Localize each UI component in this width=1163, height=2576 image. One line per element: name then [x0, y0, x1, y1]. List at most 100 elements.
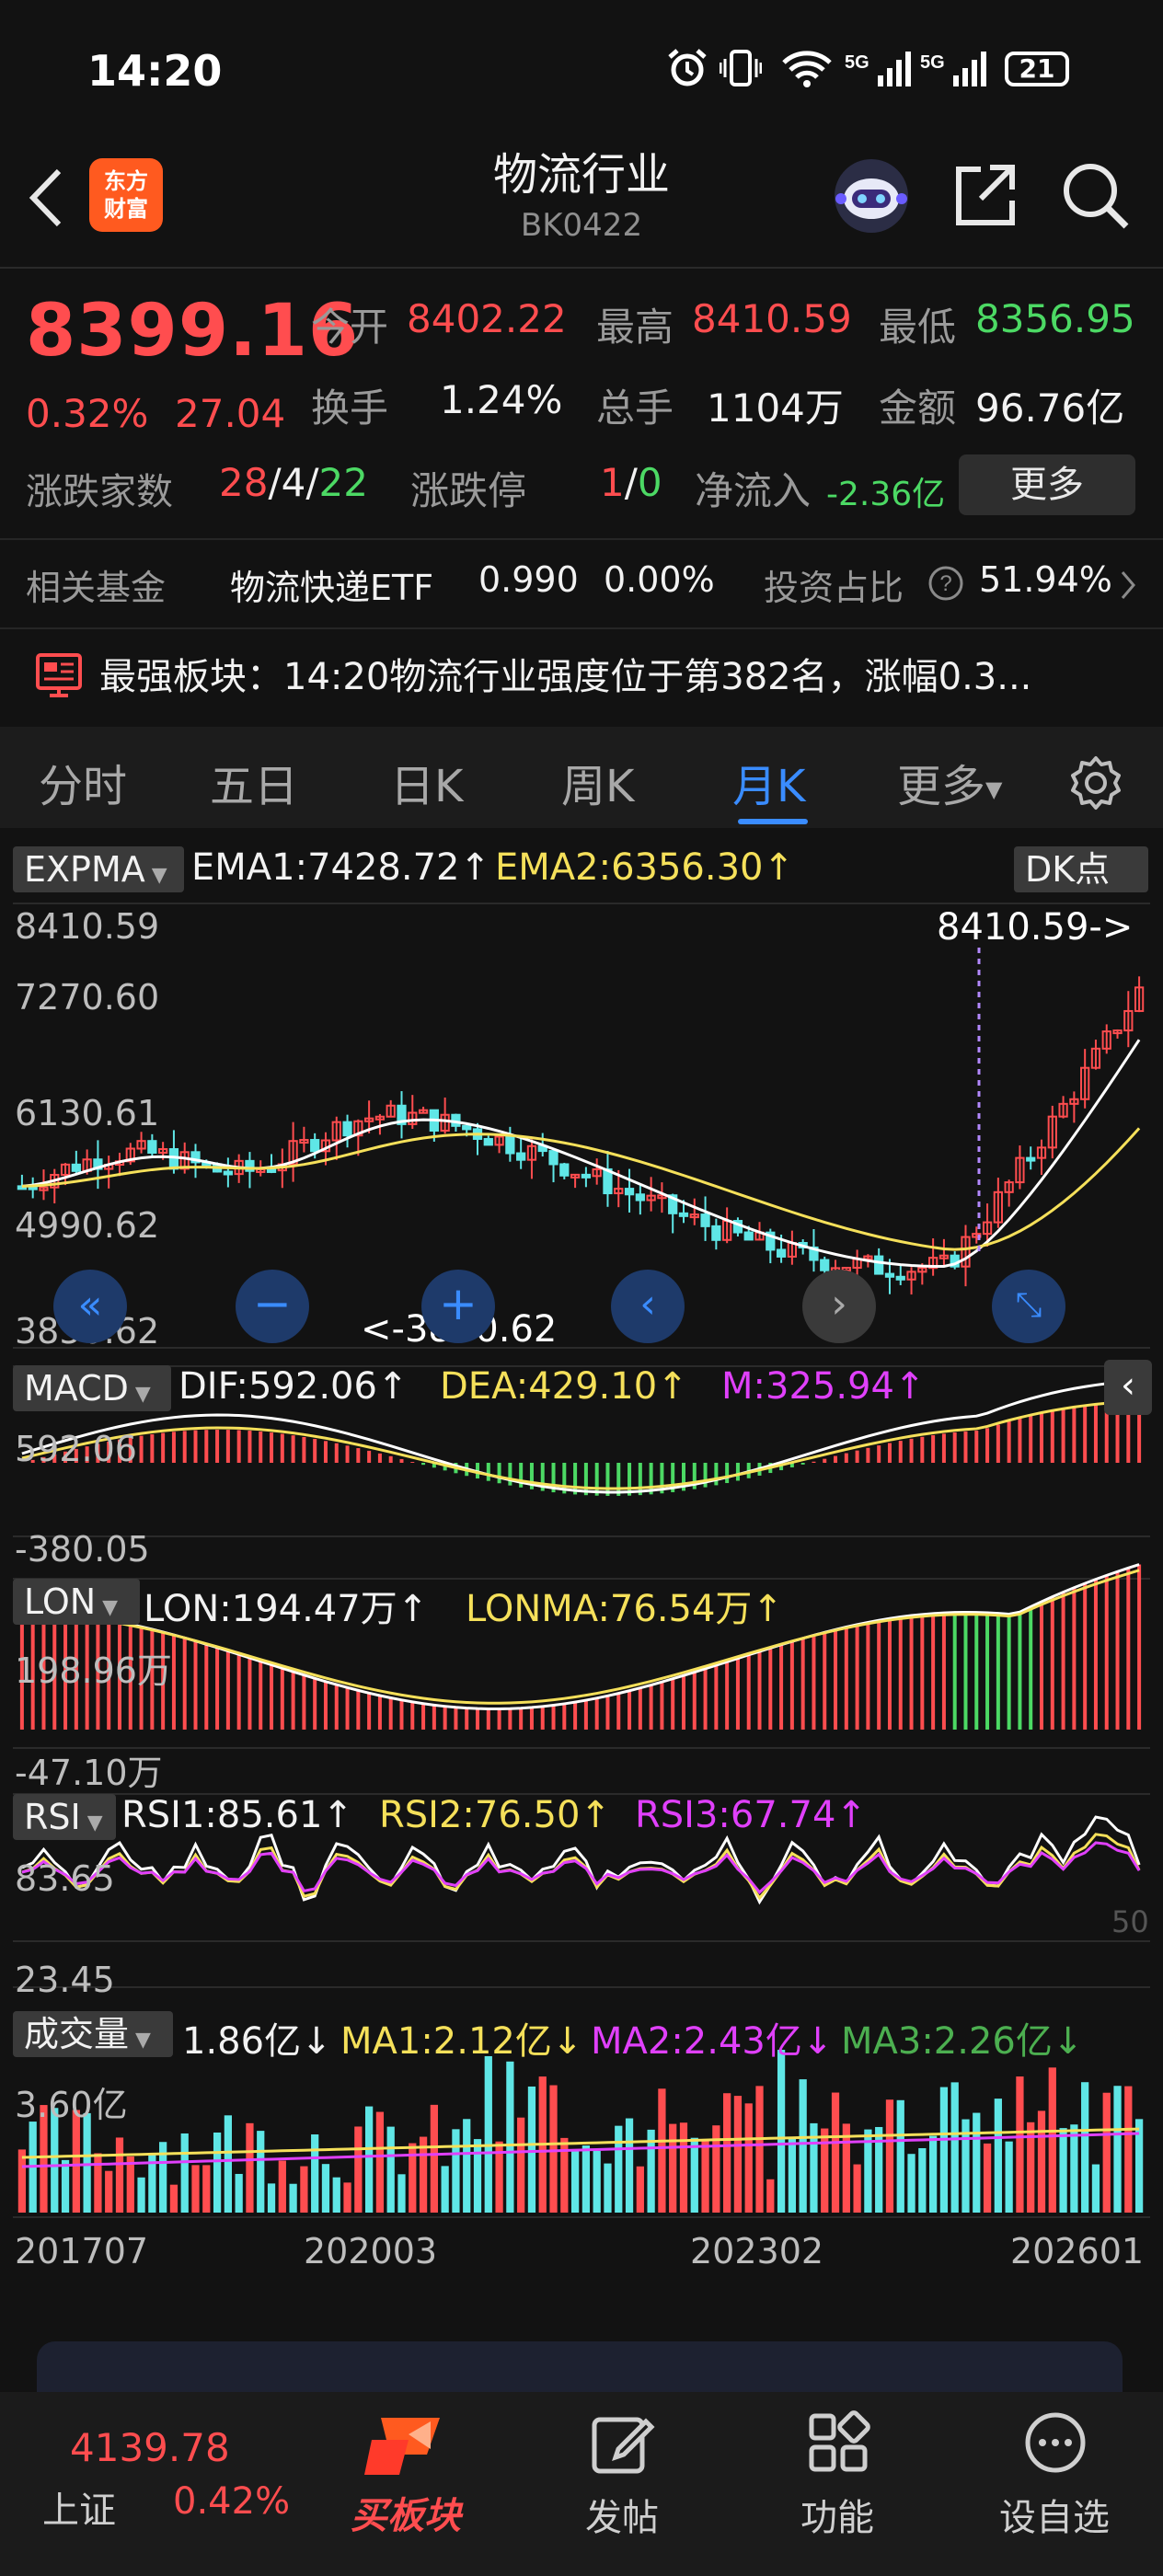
- lon-indicator-button[interactable]: LON ▼: [13, 1579, 140, 1625]
- volume-bar: [636, 2166, 644, 2213]
- macd-bar: [931, 1434, 936, 1463]
- volume-bar: [506, 2061, 514, 2213]
- tab-five-day[interactable]: 五日: [210, 750, 298, 814]
- candle-body: [874, 1255, 884, 1275]
- tab-weekly-k[interactable]: 周K: [561, 750, 634, 814]
- scroll-right-button[interactable]: ›: [802, 1270, 876, 1343]
- volume-bar: [343, 2182, 351, 2213]
- ema2-value: EMA2:6356.30↑: [495, 846, 794, 889]
- lon-bar: [941, 1613, 946, 1730]
- nav-functions[interactable]: 功能: [764, 2401, 911, 2567]
- svg-text:?: ?: [939, 571, 951, 596]
- macd-bar: [399, 1458, 404, 1463]
- lon-bar: [963, 1612, 968, 1730]
- tab-intraday[interactable]: 分时: [39, 750, 127, 814]
- collapse-panel-button[interactable]: ‹: [1104, 1360, 1152, 1415]
- limit-label: 涨跌停: [410, 468, 527, 513]
- macd-bar: [823, 1458, 827, 1463]
- macd-bar: [1018, 1418, 1022, 1463]
- vibrate-icon: [720, 50, 762, 86]
- volume-bar: [441, 2166, 449, 2213]
- scroll-left-button[interactable]: ‹: [611, 1270, 685, 1343]
- nav-buy-sector[interactable]: 买板块: [328, 2401, 484, 2567]
- lon-bar: [757, 1651, 762, 1730]
- volume-bar: [799, 2079, 807, 2213]
- lon-bar: [834, 1629, 838, 1730]
- help-icon[interactable]: ?: [927, 565, 964, 602]
- fund-name[interactable]: 物流快递ETF: [230, 559, 433, 610]
- lon-bar: [465, 1708, 469, 1730]
- volume-indicator-button[interactable]: 成交量 ▼: [13, 2011, 173, 2057]
- zoom-out-button[interactable]: −: [236, 1270, 309, 1343]
- lon-bar: [388, 1697, 393, 1730]
- macd-bar: [291, 1435, 295, 1463]
- scroll-start-button[interactable]: «: [53, 1270, 127, 1343]
- vol-ma3-value: MA3:2.26亿↓: [841, 2020, 1084, 2063]
- lon-bar: [573, 1702, 578, 1730]
- kline-chart-canvas[interactable]: [0, 828, 1163, 2309]
- ema2-line: [21, 1127, 1141, 1251]
- macd-indicator-button[interactable]: MACD ▼: [13, 1365, 171, 1411]
- expma-indicator-button[interactable]: EXPMA ▼: [13, 846, 184, 892]
- turnover-value: 1.24%: [440, 377, 563, 422]
- dk-point-button[interactable]: DK点: [1014, 846, 1148, 892]
- index-pct[interactable]: 0.42%: [173, 2480, 290, 2523]
- tab-monthly-k[interactable]: 月K: [732, 750, 805, 814]
- macd-bar: [497, 1463, 501, 1484]
- main-y-tick: 6130.61: [15, 1093, 160, 1133]
- volume-bar: [885, 2099, 894, 2213]
- tab-more[interactable]: 更多▼: [897, 750, 1002, 814]
- macd-bar: [1040, 1413, 1044, 1463]
- candle-body: [1026, 1156, 1036, 1162]
- lon-text: LON:194.47万: [144, 1588, 397, 1630]
- strongest-sector-banner[interactable]: 最强板块：14:20物流行业强度位于第382名，涨幅0.3...: [99, 647, 1031, 700]
- lon-bar: [432, 1705, 436, 1730]
- lon-bar: [605, 1696, 610, 1730]
- candle-body: [624, 1188, 635, 1196]
- fullscreen-button[interactable]: ⤡: [992, 1270, 1065, 1343]
- volume-bar: [1102, 2092, 1111, 2213]
- candle-body: [71, 1163, 81, 1172]
- kline-chart-area[interactable]: [0, 828, 1163, 2309]
- rsi-indicator-button[interactable]: RSI ▼: [13, 1794, 116, 1840]
- index-label[interactable]: 上证: [42, 2480, 116, 2534]
- expma-label: EXPMA: [24, 849, 145, 890]
- volume-bar: [224, 2115, 233, 2213]
- share-icon[interactable]: [948, 158, 1021, 232]
- tab-daily-k[interactable]: 日K: [390, 750, 463, 814]
- main-y-tick: 8410.59: [15, 906, 160, 947]
- macd-bar: [735, 1463, 740, 1481]
- more-button[interactable]: 更多: [959, 454, 1135, 515]
- macd-bar: [866, 1447, 870, 1463]
- rsi-label: RSI: [24, 1797, 81, 1837]
- vol-ma2-text: MA2:2.43亿: [591, 2020, 802, 2063]
- chevron-right-icon[interactable]: [1117, 569, 1139, 602]
- limit-values: 1/0: [600, 460, 662, 505]
- lon-bar: [270, 1664, 274, 1730]
- open-label: 今开: [311, 305, 389, 350]
- index-value[interactable]: 4139.78: [70, 2425, 230, 2470]
- nav-add-watchlist[interactable]: 设自选: [981, 2401, 1128, 2567]
- search-icon[interactable]: [1058, 158, 1132, 232]
- ratio-label: 投资占比: [764, 568, 904, 608]
- lon-bar: [182, 1638, 187, 1730]
- volume-bar: [1113, 2086, 1122, 2213]
- macd-bar: [161, 1432, 166, 1463]
- lon-bar: [421, 1703, 426, 1730]
- rsi1-text: RSI1:85.61: [121, 1794, 323, 1836]
- macd-bar: [941, 1433, 946, 1463]
- low-label: 最低: [879, 305, 957, 350]
- ai-news-strip[interactable]: [37, 2341, 1123, 2397]
- tab-more-label: 更多: [897, 761, 986, 812]
- breadth-flat: 4: [281, 460, 306, 505]
- candle-body: [516, 1152, 526, 1161]
- rsi3-value: RSI3:67.74↑: [635, 1794, 867, 1836]
- macd-bar: [1007, 1421, 1011, 1463]
- macd-bar: [486, 1463, 490, 1481]
- zoom-in-button[interactable]: +: [421, 1270, 495, 1343]
- nav-post[interactable]: 发帖: [548, 2401, 696, 2567]
- ai-assistant-icon[interactable]: [830, 155, 913, 237]
- lon-bar: [844, 1627, 848, 1730]
- gear-icon[interactable]: [1067, 754, 1124, 811]
- lon-bar: [486, 1708, 490, 1730]
